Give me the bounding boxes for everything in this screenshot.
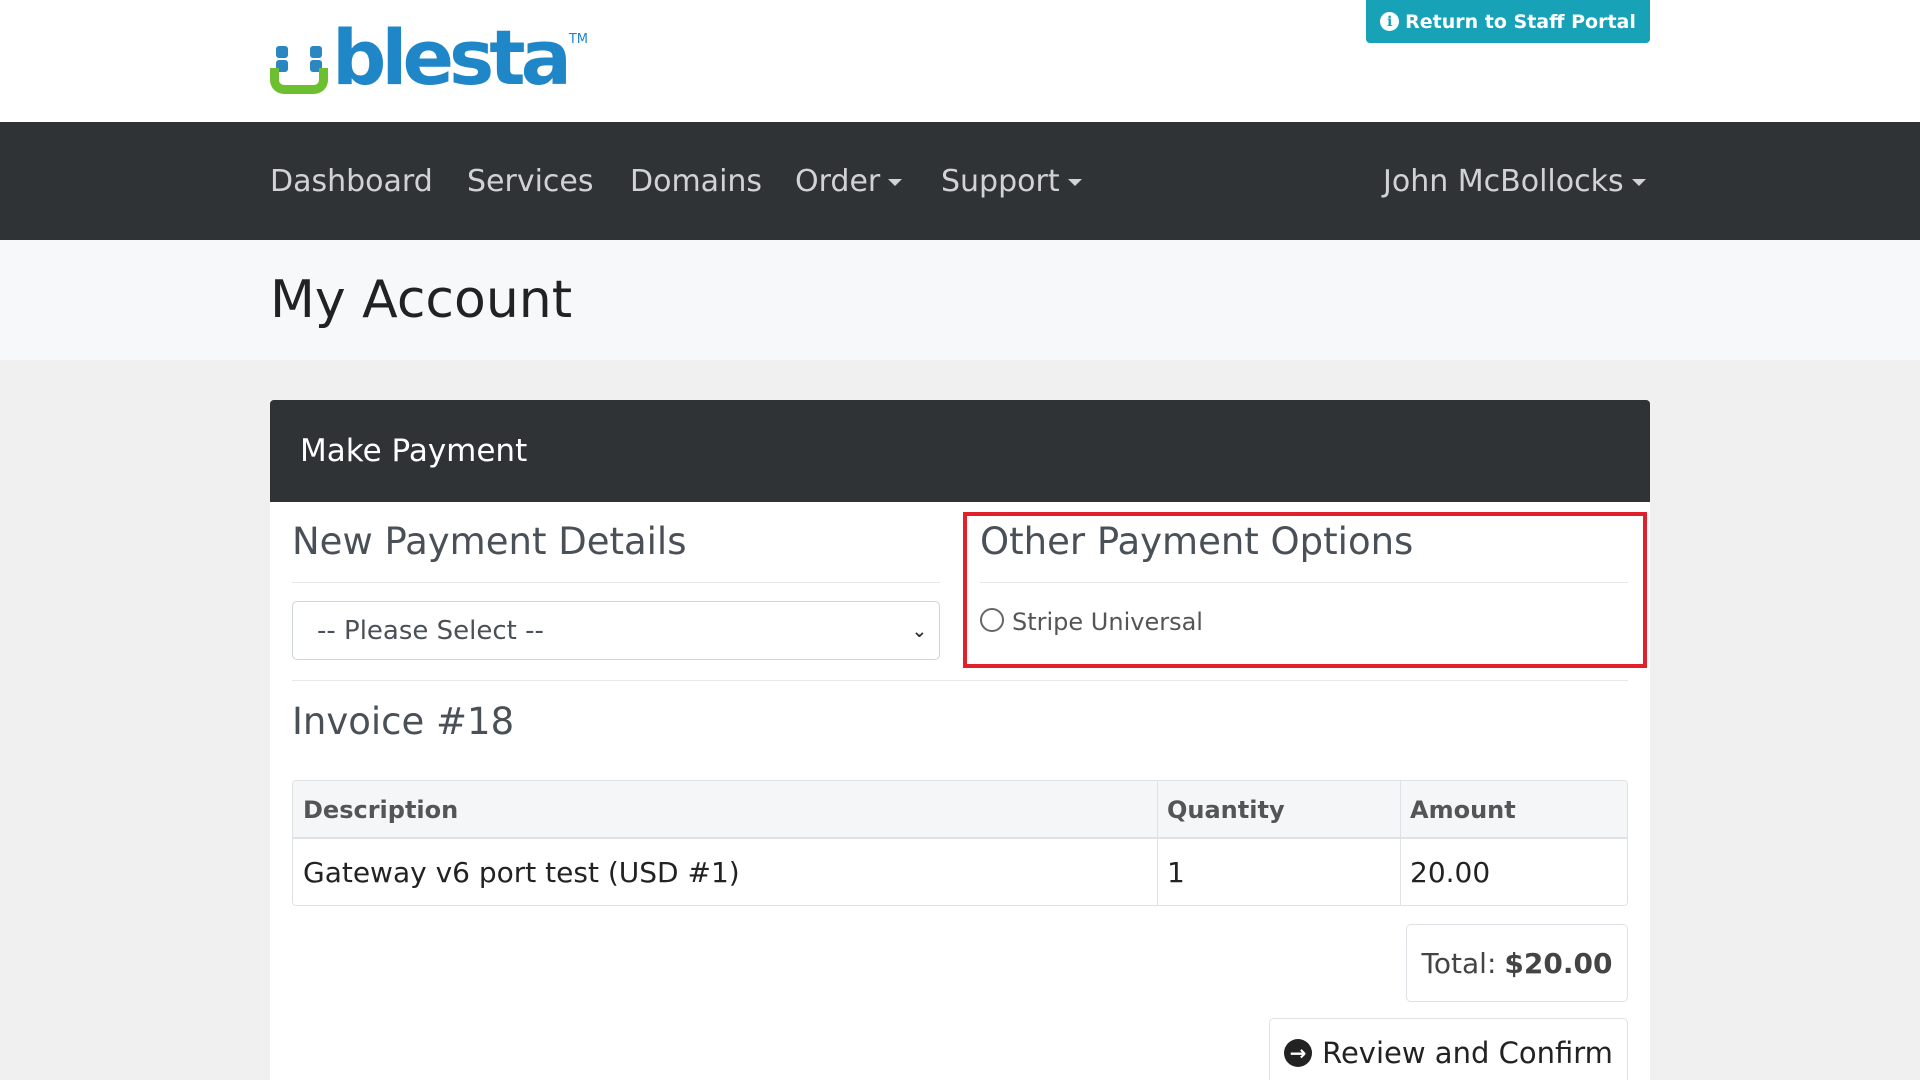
- logo-trademark: TM: [568, 32, 589, 47]
- main-navbar: Dashboard Services Domains Order Support…: [0, 122, 1920, 240]
- row-amount: 20.00: [1410, 855, 1491, 889]
- invoice-total: Total: $20.00: [1406, 924, 1628, 1002]
- page-title: My Account: [270, 270, 573, 330]
- nav-user-dropdown[interactable]: John McBollocks: [1383, 122, 1646, 240]
- nav-domains[interactable]: Domains: [630, 122, 762, 240]
- row-description: Gateway v6 port test (USD #1): [303, 855, 740, 889]
- nav-dashboard[interactable]: Dashboard: [270, 122, 433, 240]
- review-and-confirm-label: Review and Confirm: [1322, 1036, 1613, 1070]
- payment-method-select-value: -- Please Select --: [317, 615, 544, 646]
- nav-support-label: Support: [941, 163, 1060, 199]
- nav-user-label: John McBollocks: [1383, 163, 1624, 199]
- other-payment-options-heading: Other Payment Options: [980, 520, 1414, 563]
- nav-services-label: Services: [467, 163, 594, 199]
- arrow-circle-right-icon: →: [1284, 1039, 1313, 1067]
- logo-wordmark: blesta: [332, 13, 572, 102]
- logo-mark-icon: [270, 28, 332, 94]
- divider: [292, 582, 940, 583]
- invoice-table: Description Quantity Amount Gateway v6 p…: [292, 780, 1628, 906]
- stripe-universal-label[interactable]: Stripe Universal: [1012, 608, 1203, 636]
- make-payment-card-header: Make Payment: [270, 400, 1650, 502]
- return-to-staff-portal-button[interactable]: i Return to Staff Portal: [1366, 0, 1650, 43]
- nav-support-dropdown[interactable]: Support: [941, 122, 1082, 240]
- payment-method-select[interactable]: -- Please Select -- ⌄: [292, 601, 940, 660]
- top-header: blesta TM i Return to Staff Portal: [0, 0, 1920, 122]
- review-and-confirm-button[interactable]: → Review and Confirm: [1269, 1018, 1628, 1080]
- divider: [292, 680, 1628, 681]
- column-description: Description: [303, 796, 459, 824]
- new-payment-details-heading: New Payment Details: [292, 520, 687, 563]
- nav-services[interactable]: Services: [467, 122, 594, 240]
- divider: [980, 582, 1628, 583]
- nav-order-dropdown[interactable]: Order: [795, 122, 903, 240]
- row-quantity: 1: [1167, 855, 1185, 889]
- return-to-staff-portal-label: Return to Staff Portal: [1405, 10, 1636, 33]
- nav-domains-label: Domains: [630, 163, 763, 199]
- chevron-down-icon: ⌄: [911, 621, 927, 642]
- caret-down-icon: [1067, 178, 1082, 186]
- caret-down-icon: [888, 178, 903, 186]
- column-quantity: Quantity: [1167, 796, 1285, 824]
- blesta-logo[interactable]: blesta TM: [270, 13, 589, 102]
- caret-down-icon: [1631, 178, 1646, 186]
- info-circle-icon: i: [1380, 12, 1400, 31]
- card-title: Make Payment: [300, 433, 528, 469]
- column-amount: Amount: [1410, 796, 1516, 824]
- nav-dashboard-label: Dashboard: [270, 163, 433, 199]
- invoice-heading: Invoice #18: [292, 700, 515, 743]
- total-label: Total:: [1421, 946, 1497, 980]
- stripe-universal-radio[interactable]: [980, 608, 1004, 632]
- nav-order-label: Order: [795, 163, 881, 199]
- total-value: $20.00: [1504, 946, 1613, 980]
